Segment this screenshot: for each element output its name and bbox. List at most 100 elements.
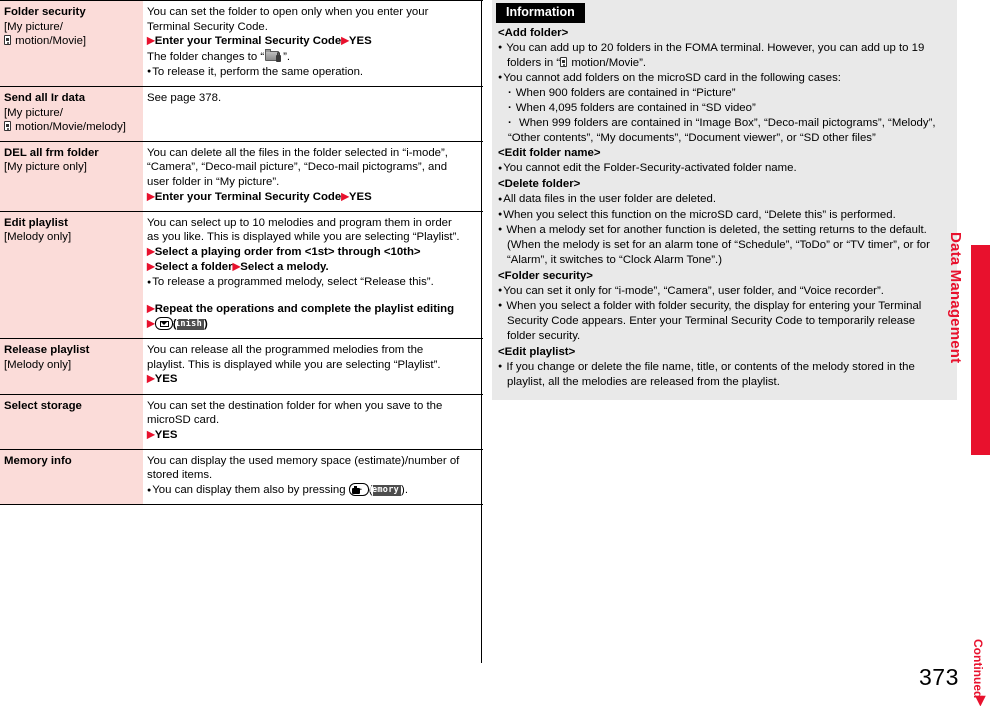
description-line: You can delete all the files in the fold… [147, 146, 448, 159]
imotion-icon [4, 121, 11, 132]
description-line: See page 378. [147, 91, 222, 104]
function-name: Release playlist [4, 344, 90, 357]
description-bullet: You can display them also by pressing ••… [147, 483, 479, 498]
information-bullet: You cannot edit the Folder-Security-acti… [498, 161, 949, 176]
description-line: You can set the folder to open only when… [147, 6, 429, 18]
function-name: Send all Ir data [4, 91, 86, 104]
folder-lock-icon [265, 49, 282, 63]
information-section-title: <Edit folder name> [498, 147, 601, 160]
operation-step: ▶Select a playing order from <1st> throu… [147, 245, 479, 260]
operation-step: ▶YES [147, 372, 479, 387]
column-divider [481, 0, 483, 663]
function-name: Memory info [4, 454, 72, 467]
operation-step: ▶Select a folder▶Select a melody. [147, 260, 479, 275]
triangle-marker-icon: ▶ [147, 318, 155, 330]
step-label: YES [348, 35, 372, 48]
continued-label: Continued [971, 639, 985, 699]
information-header: Information [496, 3, 585, 23]
function-name-cell: Release playlist [Melody only] [0, 338, 143, 395]
table-row: Memory info You can display the used mem… [0, 448, 483, 506]
camera-key-icon: •• [348, 483, 369, 497]
information-section-title: <Add folder> [498, 27, 569, 39]
function-name-cell: Send all Ir data [My picture/ motion/Mov… [0, 85, 143, 142]
information-text: motion/Movie”. [568, 57, 647, 70]
function-name-cell: Memory info [0, 448, 143, 506]
chapter-tab-label: Data Management [947, 232, 964, 364]
information-body: <Add folder> You can add up to 20 folder… [492, 26, 957, 390]
function-description-cell: See page 378. [143, 85, 483, 142]
function-name: Select storage [4, 399, 82, 412]
function-name: Folder security [4, 6, 86, 18]
description-line: as you like. This is displayed while you… [147, 231, 460, 244]
information-text: folders in “ [507, 57, 561, 70]
description-line: “Camera”, “Deco-mail picture”, “Deco-mai… [147, 161, 448, 174]
description-line: The folder changes to “ ”. [147, 49, 479, 65]
table-row: Send all Ir data [My picture/ motion/Mov… [0, 85, 483, 142]
function-name: DEL all frm folder [4, 146, 99, 159]
description-line: microSD card. [147, 414, 220, 427]
step-label: Repeat the operations and complete the p… [154, 303, 455, 316]
table-row: Release playlist [Melody only] You can r… [0, 338, 483, 395]
information-text: playlist, all the melodies are released … [507, 375, 780, 388]
function-description-cell: You can set the destination folder for w… [143, 393, 483, 450]
function-description-cell: You can set the folder to open only when… [143, 0, 483, 87]
information-section-title: <Delete folder> [498, 178, 581, 191]
description-bullet: To release a programmed melody, select “… [147, 275, 479, 290]
information-subitem: When 999 folders are contained in “Image… [498, 116, 949, 146]
step-label: YES [154, 428, 178, 441]
bullet-text-post: ). [401, 484, 409, 497]
information-text: Security Code appears. Enter your Termin… [507, 315, 916, 328]
operation-step: ▶Repeat the operations and complete the … [147, 302, 479, 317]
function-description-cell: You can display the used memory space (e… [143, 448, 483, 506]
softkey-label: Finish [169, 319, 205, 331]
description-line: You can select up to 10 melodies and pro… [147, 216, 452, 229]
information-bullet: All data files in the user folder are de… [498, 192, 949, 207]
triangle-marker-icon: ▶ [147, 303, 155, 315]
function-name-cell: DEL all frm folder [My picture only] [0, 140, 143, 212]
function-description-cell: You can select up to 10 melodies and pro… [143, 210, 483, 340]
triangle-marker-icon: ▶ [147, 246, 155, 258]
triangle-marker-icon: ▶ [147, 191, 155, 203]
table-row: Folder security [My picture/ motion/Movi… [0, 0, 483, 87]
information-section-title: <Edit playlist> [498, 345, 576, 358]
operation-step: ▶Enter your Terminal Security Code▶YES [147, 190, 479, 205]
triangle-marker-icon: ▶ [147, 373, 155, 385]
information-subitem: When 4,095 folders are contained in “SD … [498, 101, 949, 116]
information-bullet: You can add up to 20 folders in the FOMA… [498, 41, 949, 71]
description-text: ”. [283, 51, 291, 64]
continued-arrow-icon: ▶ [974, 696, 989, 706]
information-panel: Information <Add folder> You can add up … [492, 0, 957, 400]
description-line: stored items. [147, 469, 213, 482]
function-scope: [My picture/ motion/Movie/melody] [4, 106, 139, 135]
step-label: YES [154, 373, 178, 386]
triangle-marker-icon: ▶ [147, 261, 155, 273]
information-bullet: When a melody set for another function i… [498, 223, 949, 268]
information-text: folder security. [507, 329, 581, 342]
description-bullet: To release it, perform the same operatio… [147, 65, 479, 80]
function-name-cell: Folder security [My picture/ motion/Movi… [0, 0, 143, 87]
triangle-marker-icon: ▶ [147, 429, 155, 441]
function-scope-post: motion/Movie] [12, 35, 87, 48]
description-line: You can display the used memory space (e… [147, 454, 460, 467]
information-text: “Other contents”, “My documents”, “Docum… [508, 131, 876, 144]
information-bullet: If you change or delete the file name, t… [498, 360, 949, 390]
information-text: “Alarm”, it switches to “Clock Alarm Ton… [507, 253, 722, 266]
step-label: Select a playing order from <1st> throug… [154, 245, 421, 258]
function-scope: [Melody only] [4, 358, 72, 371]
step-label: YES [348, 190, 372, 203]
information-section-title: <Folder security> [498, 269, 593, 282]
function-name: Edit playlist [4, 216, 68, 229]
description-text: The folder changes to “ [147, 51, 265, 64]
imotion-icon [4, 35, 11, 46]
triangle-marker-icon: ▶ [341, 35, 349, 47]
function-description-cell: You can release all the programmed melod… [143, 338, 483, 395]
chapter-tab-marker [971, 245, 990, 455]
description-line: You can release all the programmed melod… [147, 344, 424, 357]
function-scope-pre: [My picture/ [4, 106, 63, 119]
information-bullet: You can set it only for “i-mode”, “Camer… [498, 284, 949, 299]
information-bullet: You cannot add folders on the microSD ca… [498, 71, 949, 86]
step-label: Enter your Terminal Security Code [154, 190, 342, 203]
step-label: Enter your Terminal Security Code [154, 35, 342, 48]
information-subitem: When 900 folders are contained in “Pictu… [498, 86, 949, 101]
table-row: Edit playlist [Melody only] You can sele… [0, 210, 483, 340]
